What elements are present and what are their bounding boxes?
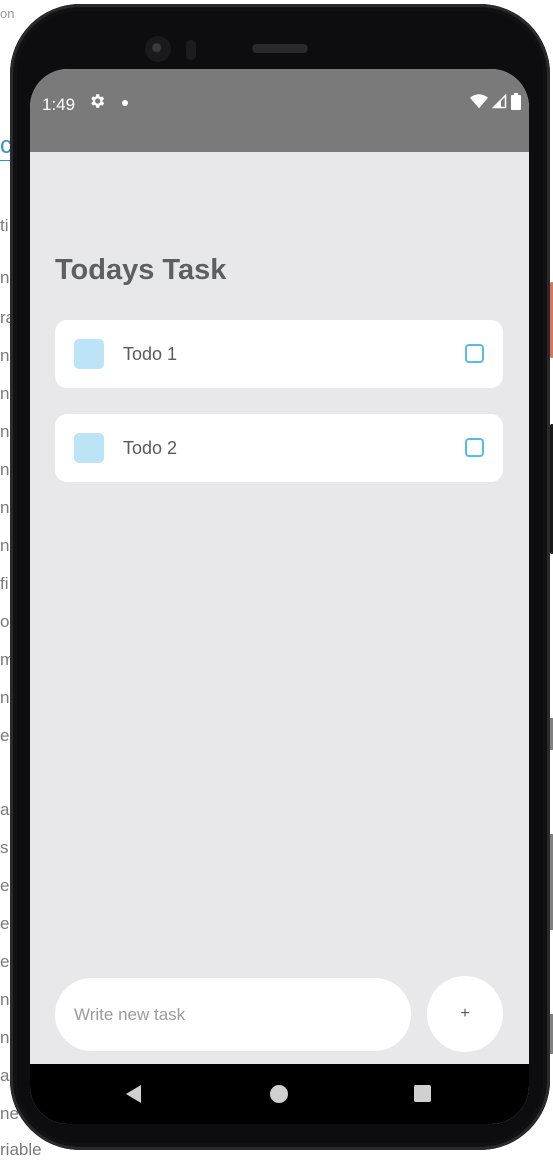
background-text: e [0, 914, 10, 933]
gear-icon [88, 92, 106, 116]
status-bar: 1:49 [30, 69, 529, 152]
recents-icon[interactable] [414, 1085, 431, 1102]
battery-icon [511, 93, 521, 115]
background-text: n [0, 990, 10, 1009]
background-text: s [0, 838, 9, 857]
background-text: riable [0, 1140, 42, 1159]
background-link-underline [0, 160, 10, 161]
navigation-bar [30, 1064, 529, 1124]
task-label: Todo 1 [123, 344, 178, 364]
background-text: e [0, 876, 10, 895]
page-title: Todays Task [55, 254, 227, 286]
back-icon[interactable] [126, 1085, 141, 1103]
task-label: Todo 2 [123, 438, 178, 458]
home-icon[interactable] [270, 1085, 288, 1103]
background-text: a [0, 800, 10, 819]
signal-icon [491, 93, 507, 114]
wifi-icon [470, 94, 488, 114]
task-checkbox[interactable] [465, 438, 484, 457]
todo-app: Todays Task Todo 1 Todo 2 + [30, 152, 529, 1064]
task-item[interactable]: Todo 2 [55, 414, 503, 482]
background-text: fi [0, 574, 9, 593]
status-icons [470, 93, 521, 115]
task-color-square [74, 433, 104, 463]
earpiece-speaker [252, 44, 308, 53]
background-text-top: on [0, 6, 15, 21]
task-item[interactable]: Todo 1 [55, 320, 503, 388]
status-time: 1:49 [42, 95, 76, 114]
add-task-button[interactable]: + [427, 976, 503, 1052]
front-camera [145, 36, 171, 62]
task-color-square [74, 339, 104, 369]
background-text: ti [0, 216, 9, 235]
background-text: e [0, 952, 10, 971]
dot-icon [122, 100, 128, 106]
phone-frame: 1:49 Todays Task Todo 1 Todo 2 Write new… [10, 4, 553, 1150]
new-task-input[interactable] [55, 978, 411, 1051]
proximity-sensor [186, 40, 196, 60]
task-checkbox[interactable] [465, 344, 484, 363]
screen: 1:49 Todays Task Todo 1 Todo 2 Write new… [30, 69, 529, 1124]
background-text: e [0, 726, 10, 745]
